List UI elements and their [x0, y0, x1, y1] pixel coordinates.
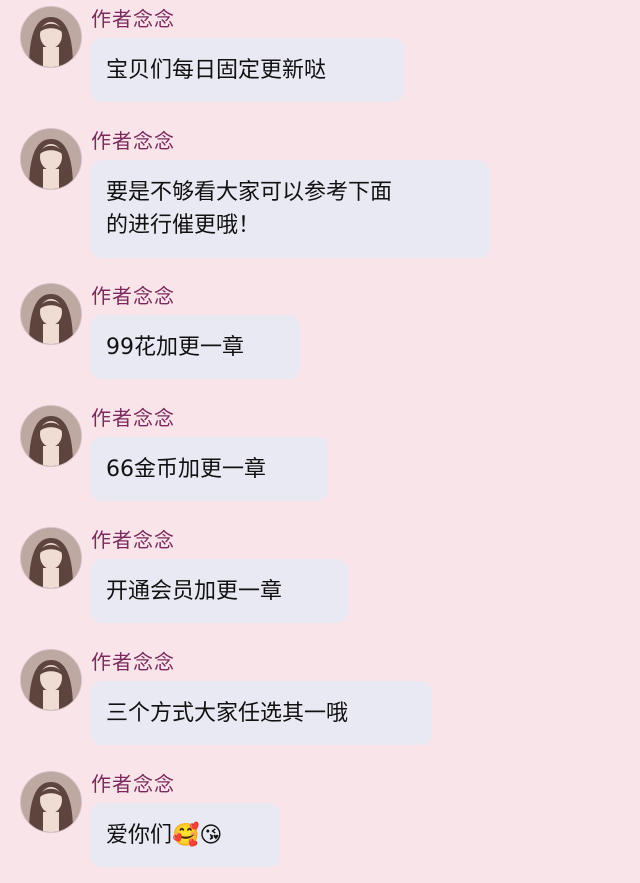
- message-bubble[interactable]: 要是不够看大家可以参考下面 的进行催更哦！: [90, 160, 490, 258]
- sender-name: 作者念念: [91, 284, 175, 308]
- sender-name: 作者念念: [91, 129, 175, 153]
- avatar[interactable]: [20, 6, 82, 68]
- avatar[interactable]: [20, 771, 82, 833]
- avatar[interactable]: [20, 527, 82, 589]
- avatar[interactable]: [20, 283, 82, 345]
- avatar[interactable]: [20, 649, 82, 711]
- avatar[interactable]: [20, 128, 82, 190]
- avatar[interactable]: [20, 405, 82, 467]
- message-bubble[interactable]: 66金币加更一章: [90, 437, 328, 501]
- sender-name: 作者念念: [91, 772, 175, 796]
- message-bubble[interactable]: 三个方式大家任选其一哦: [90, 681, 432, 745]
- message-bubble[interactable]: 开通会员加更一章: [90, 559, 348, 623]
- sender-name: 作者念念: [91, 528, 175, 552]
- message-bubble[interactable]: 99花加更一章: [90, 315, 300, 379]
- message-bubble[interactable]: 爱你们🥰😘: [90, 803, 280, 867]
- sender-name: 作者念念: [91, 650, 175, 674]
- sender-name: 作者念念: [91, 406, 175, 430]
- sender-name: 作者念念: [91, 7, 175, 31]
- message-bubble[interactable]: 宝贝们每日固定更新哒: [90, 38, 404, 102]
